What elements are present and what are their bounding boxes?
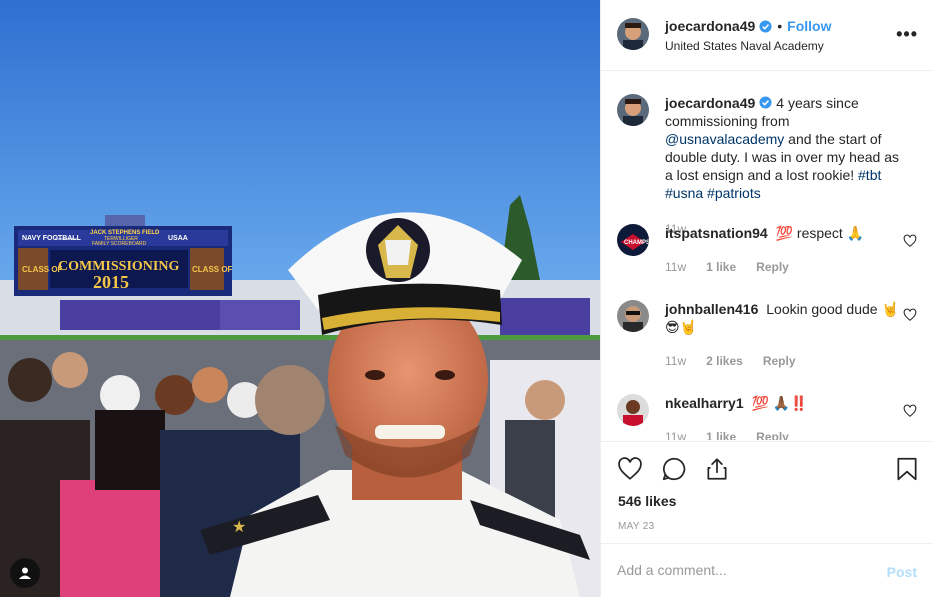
- scoreboard-right-logo: USAA: [168, 235, 188, 242]
- post-actions: 546 likes MAY 23: [601, 441, 933, 532]
- comment-like-heart-icon[interactable]: [903, 234, 917, 248]
- comment-input[interactable]: [617, 562, 867, 578]
- caption-mention-link[interactable]: @usnavalacademy: [665, 131, 784, 147]
- comment-likes-count[interactable]: 1 like: [706, 260, 736, 274]
- commenter-avatar[interactable]: CHAMPS: [617, 224, 649, 256]
- commenter-username[interactable]: nkealharry1: [665, 395, 744, 411]
- comment-time[interactable]: 11w: [665, 354, 686, 368]
- post-location[interactable]: United States Naval Academy: [665, 39, 824, 53]
- post-header: joecardona49 • Follow United States Nava…: [601, 0, 933, 71]
- comment-time[interactable]: 11w: [665, 430, 686, 440]
- comment-bubble-icon[interactable]: [661, 456, 687, 482]
- comment-time[interactable]: 11w: [665, 260, 686, 274]
- add-comment-bar: Post: [601, 543, 933, 597]
- comment-like-heart-icon[interactable]: [903, 404, 917, 418]
- author-avatar[interactable]: [617, 18, 649, 50]
- comment-reply-button[interactable]: Reply: [763, 354, 796, 368]
- scoreboard-line3: FAMILY SCOREBOARD: [92, 241, 147, 247]
- commenter-username[interactable]: johnballen416: [665, 301, 758, 317]
- post-date: MAY 23: [618, 521, 655, 532]
- verified-badge-icon: [759, 96, 772, 109]
- likes-count[interactable]: 546 likes: [618, 493, 676, 509]
- svg-text:★: ★: [232, 519, 246, 536]
- commenter-avatar[interactable]: [617, 300, 649, 332]
- svg-text:CHAMPS: CHAMPS: [624, 240, 649, 246]
- caption-avatar[interactable]: [617, 94, 649, 126]
- more-options-button[interactable]: •••: [896, 24, 918, 44]
- follow-button[interactable]: Follow: [787, 18, 831, 34]
- commenter-avatar[interactable]: [617, 394, 649, 426]
- comments-list[interactable]: joecardona49 4 years since commissioning …: [601, 72, 933, 440]
- tagged-users-button[interactable]: [10, 558, 40, 588]
- scoreboard-year: 2015: [93, 272, 129, 292]
- comment-likes-count[interactable]: 2 likes: [706, 354, 743, 368]
- caption-username[interactable]: joecardona49: [665, 95, 755, 111]
- comment-text: 💯 respect 🙏: [775, 225, 865, 241]
- comment-reply-button[interactable]: Reply: [756, 430, 789, 440]
- post-details-pane: joecardona49 • Follow United States Nava…: [600, 0, 933, 597]
- scoreboard-sponsor: Constellation: [55, 236, 78, 241]
- header-separator: •: [777, 18, 783, 34]
- comment-reply-button[interactable]: Reply: [756, 260, 789, 274]
- post-photo[interactable]: NAVY FOOTBALL JACK STEPHENS FIELD TERWIL…: [0, 0, 600, 597]
- comment-text: 💯 🙏🏾‼️: [751, 395, 808, 411]
- comment-likes-count[interactable]: 1 like: [706, 430, 736, 440]
- scoreboard-side-right: CLASS OF: [192, 265, 233, 274]
- caption-text: joecardona49 4 years since commissioning …: [665, 94, 910, 202]
- post-comment-button[interactable]: Post: [887, 564, 917, 580]
- author-username[interactable]: joecardona49: [665, 18, 755, 34]
- scoreboard-side-left: CLASS OF: [22, 265, 63, 274]
- share-icon[interactable]: [704, 456, 730, 482]
- scoreboard-graphic: NAVY FOOTBALL JACK STEPHENS FIELD TERWIL…: [14, 215, 233, 296]
- like-heart-icon[interactable]: [617, 456, 643, 482]
- comment-like-heart-icon[interactable]: [903, 308, 917, 322]
- bookmark-icon[interactable]: [894, 456, 920, 482]
- commenter-username[interactable]: itspatsnation94: [665, 225, 768, 241]
- user-icon: [19, 567, 31, 579]
- verified-badge-icon: [759, 19, 772, 33]
